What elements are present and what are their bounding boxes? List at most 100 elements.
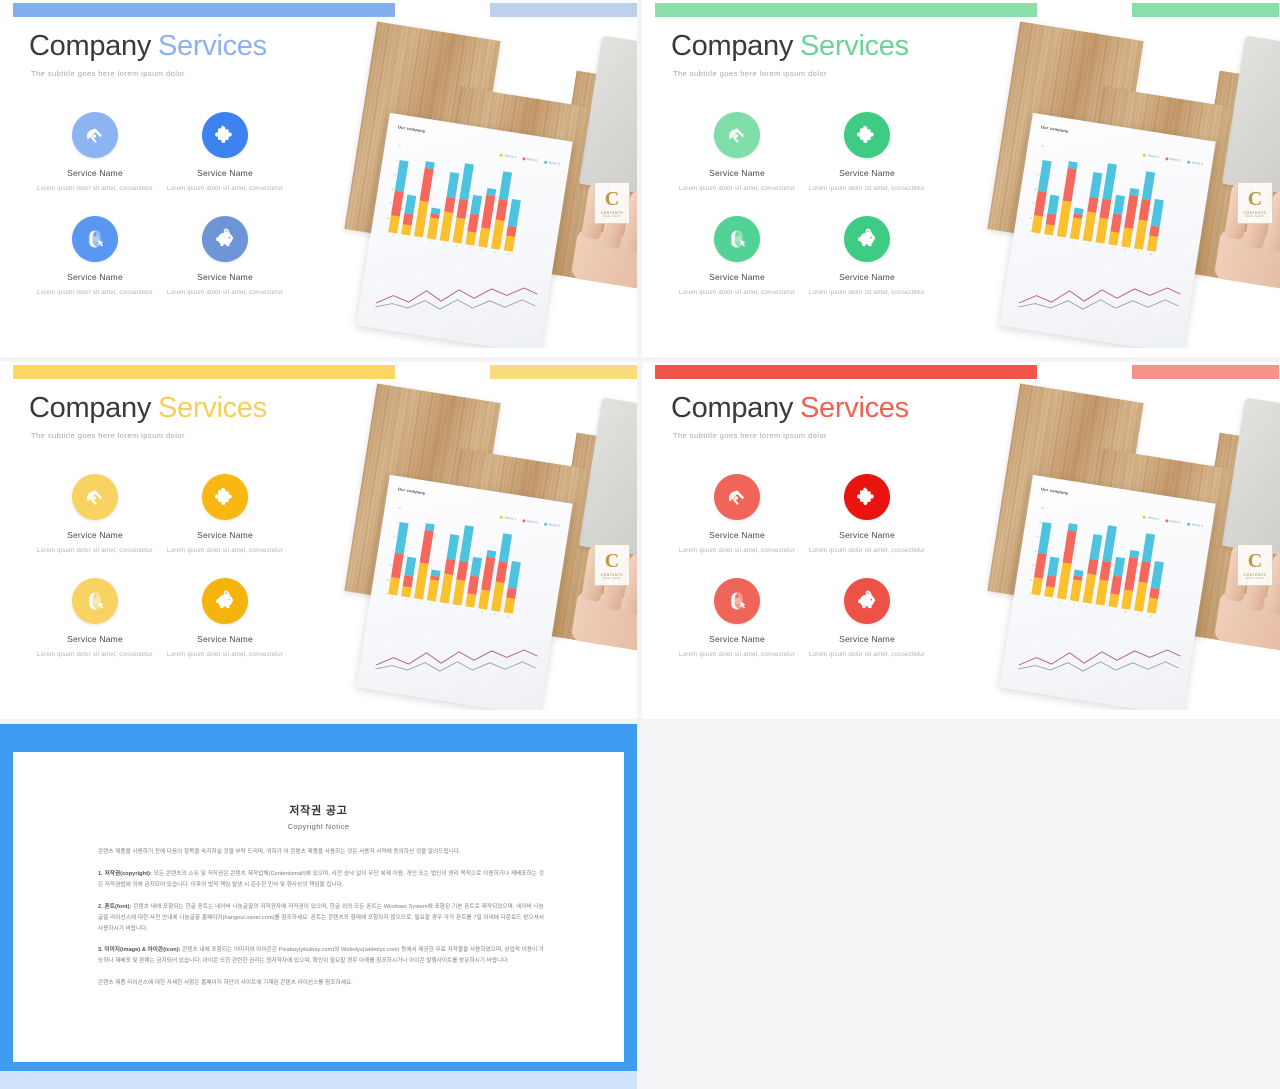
chart-bar-segment	[1121, 589, 1134, 610]
copyright-paragraph: 1. 저작권(copyright): 모든 콘텐츠의 소유 및 저작권은 콘텐츠…	[98, 869, 544, 891]
slide-thumbnail-blue[interactable]: Company Services The subtitle goes here l…	[0, 0, 637, 357]
legend-label: Series 3	[1191, 522, 1204, 529]
service-grid: Service Name Lorem ipsum dolor sit amet, …	[30, 112, 290, 299]
chart-bar-segment	[1138, 199, 1151, 222]
page-title: Company Services	[671, 30, 909, 63]
chart-bar-segment	[446, 534, 460, 561]
x-tick-label: 1	[391, 234, 394, 238]
copyright-heading: 저작권 공고 Copyright Notice	[13, 802, 624, 831]
chart-bar-segment	[1113, 195, 1125, 216]
report-paper: Our company Series 1 Series 2 Series 3 90 75 6…	[356, 474, 573, 710]
chart-bar-segment	[498, 170, 513, 201]
chart-bar-segment	[1099, 560, 1112, 582]
photo-collage: C CONTENTS MALL SHOP Our company Series 1 Ser…	[935, 18, 1280, 348]
chart-bar-segment	[491, 220, 505, 250]
watermark-letter: C	[1247, 187, 1263, 210]
x-tick-label: 8	[1124, 248, 1127, 253]
chart-bar-segment	[426, 579, 439, 602]
chart-bar-segment	[1044, 224, 1055, 236]
chart-bar-segment	[1141, 532, 1156, 563]
copyright-paragraph: 콘텐츠 제품을 사용하기 전에 다음의 항목을 숙지하실 것을 부탁 드리며, …	[98, 847, 544, 858]
x-tick-label: 6	[1098, 244, 1101, 248]
chart-bar-segment	[419, 530, 434, 564]
title-primary: Company	[671, 30, 794, 62]
chart-bar-segment	[1146, 597, 1159, 614]
report-paper: Our company Series 1 Series 2 Series 3 90 75 6…	[999, 112, 1216, 348]
service-item[interactable]: Service Name Lorem ipsum dolor sit amet, …	[802, 474, 932, 556]
service-item[interactable]: Service Name Lorem ipsum dolor sit amet, …	[30, 474, 160, 556]
copyright-paragraph: 3. 이미지(image) & 아이콘(icon): 콘텐츠 내에 포함되는 이…	[98, 945, 544, 967]
service-title: Service Name	[67, 634, 123, 645]
slide-thumbnail-copyright[interactable]: 저작권 공고 Copyright Notice 콘텐츠 제품을 사용하기 전에 …	[0, 724, 637, 1089]
chart-bar-segment	[1082, 573, 1097, 604]
chart-bar-segment	[1124, 557, 1139, 591]
title-accent: Services	[158, 30, 267, 62]
slide-thumbnail-green[interactable]: Company Services The subtitle goes here l…	[642, 0, 1280, 357]
x-tick-label: 1	[391, 596, 394, 600]
service-item[interactable]: Service Name Lorem ipsum dolor sit amet, …	[160, 112, 290, 194]
service-title: Service Name	[67, 272, 123, 283]
chart-bar-segment	[467, 214, 479, 233]
x-tick-label: 9	[493, 612, 496, 617]
chart-bar-segment	[456, 198, 469, 220]
x-tick-label: 10	[506, 252, 510, 257]
service-item[interactable]: Service Name Lorem ipsum dolor sit amet, …	[160, 474, 290, 556]
x-tick-label: 2	[404, 598, 406, 602]
page-title: Company Services	[29, 392, 267, 425]
service-item[interactable]: Service Name Lorem ipsum dolor sit amet, …	[672, 578, 802, 660]
x-tick-label: 9	[1136, 250, 1139, 255]
service-item[interactable]: $ Service Name Lorem ipsum dolor sit amet,…	[802, 578, 932, 660]
service-item[interactable]: $ Service Name Lorem ipsum dolor sit amet,…	[160, 216, 290, 298]
legend-label: Series 3	[548, 522, 561, 529]
chart-bar-segment	[1087, 196, 1099, 214]
copyright-paragraph: 콘텐츠 제품 라이선스에 대한 자세한 사항은 홈페이지 하단의 사이트에 기재…	[98, 978, 544, 989]
copyright-paragraph-label: 1. 저작권(copyright):	[98, 870, 152, 877]
chart-bar-segment	[419, 168, 434, 202]
service-item[interactable]: Service Name Lorem ipsum dolor sit amet, …	[672, 112, 802, 194]
service-item[interactable]: Service Name Lorem ipsum dolor sit amet, …	[802, 112, 932, 194]
legend-swatch	[1186, 522, 1191, 526]
chart-bar	[426, 569, 441, 602]
piggy-bank-icon: $	[202, 578, 248, 625]
x-tick-label: 3	[1059, 238, 1062, 242]
service-description: Lorem ipsum dolor sit amet, consectetur	[37, 547, 153, 554]
service-description: Lorem ipsum dolor sit amet, consectetur	[167, 547, 283, 554]
service-item[interactable]: Service Name Lorem ipsum dolor sit amet, …	[30, 216, 160, 298]
service-item[interactable]: $ Service Name Lorem ipsum dolor sit amet,…	[802, 216, 932, 298]
chart-bar-segment	[1062, 168, 1077, 202]
puzzle-piece-icon	[202, 474, 248, 520]
chart-bar-segment	[459, 524, 474, 563]
x-tick-label: 5	[442, 604, 445, 608]
svg-text:$: $	[867, 591, 869, 595]
satellite-dish-icon	[72, 112, 118, 158]
service-description: Lorem ipsum dolor sit amet, consectetur	[167, 289, 283, 297]
x-tick-label: 4	[429, 602, 432, 606]
chart-bar-segment	[1146, 235, 1159, 252]
chart-bar-segment	[465, 231, 477, 246]
copyright-paragraph-label: 3. 이미지(image) & 아이콘(icon):	[98, 947, 181, 954]
photo-collage: C CONTENTS MALL SHOP Our company Series 1 Ser…	[935, 380, 1280, 710]
legend-label: Series 1	[1147, 153, 1160, 160]
title-primary: Company	[671, 392, 794, 424]
service-item[interactable]: Service Name Lorem ipsum dolor sit amet, …	[30, 578, 160, 660]
service-title: Service Name	[197, 272, 253, 283]
legend-item: Series 3	[1186, 522, 1204, 529]
chart-bar-segment	[444, 196, 456, 214]
legend-item: Series 2	[521, 156, 538, 163]
chart-bar	[1069, 207, 1084, 240]
chart-bar-segment	[444, 558, 456, 576]
legend-swatch	[1164, 518, 1169, 523]
service-item[interactable]: Service Name Lorem ipsum dolor sit amet, …	[30, 112, 160, 194]
service-description: Lorem ipsum dolor sit amet, consectetur	[809, 651, 925, 659]
page-subtitle: The subtitle goes here lorem ipsum dolor	[673, 431, 827, 440]
service-description: Lorem ipsum dolor sit amet, consectetur	[809, 289, 925, 297]
service-item[interactable]: $ Service Name Lorem ipsum dolor sit amet,…	[160, 578, 290, 660]
service-item[interactable]: Service Name Lorem ipsum dolor sit amet, …	[672, 216, 802, 298]
slide-thumbnail-red[interactable]: Company Services The subtitle goes here l…	[642, 362, 1280, 719]
service-description: Lorem ipsum dolor sit amet, consectetur	[167, 185, 283, 192]
service-description: Lorem ipsum dolor sit amet, consectetur	[809, 547, 925, 554]
service-item[interactable]: Service Name Lorem ipsum dolor sit amet, …	[672, 474, 802, 556]
legend-swatch	[1142, 515, 1147, 519]
chart-bar-segment	[404, 556, 417, 577]
slide-thumbnail-yellow[interactable]: Company Services The subtitle goes here l…	[0, 362, 637, 719]
